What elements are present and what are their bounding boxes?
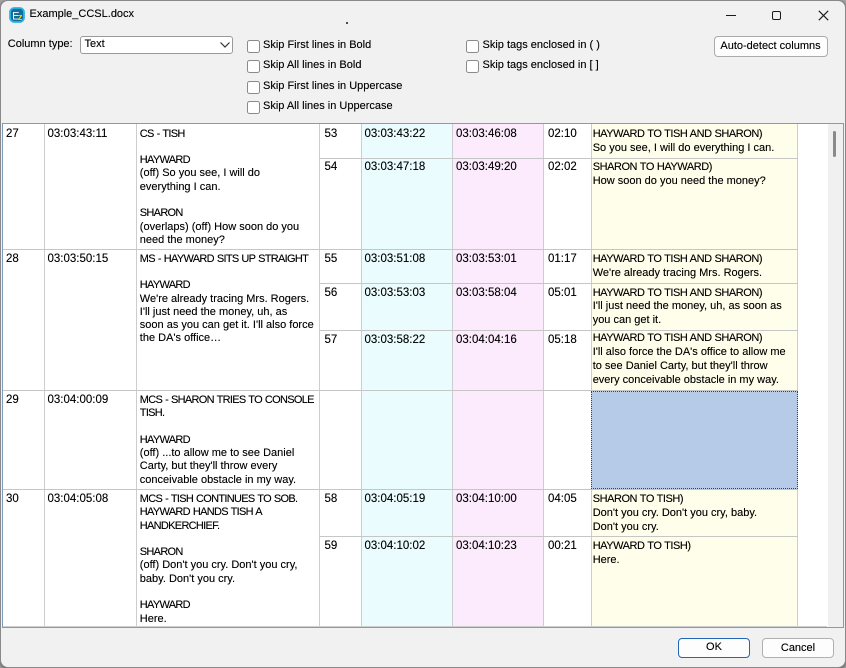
- svg-text:z: z: [18, 12, 23, 23]
